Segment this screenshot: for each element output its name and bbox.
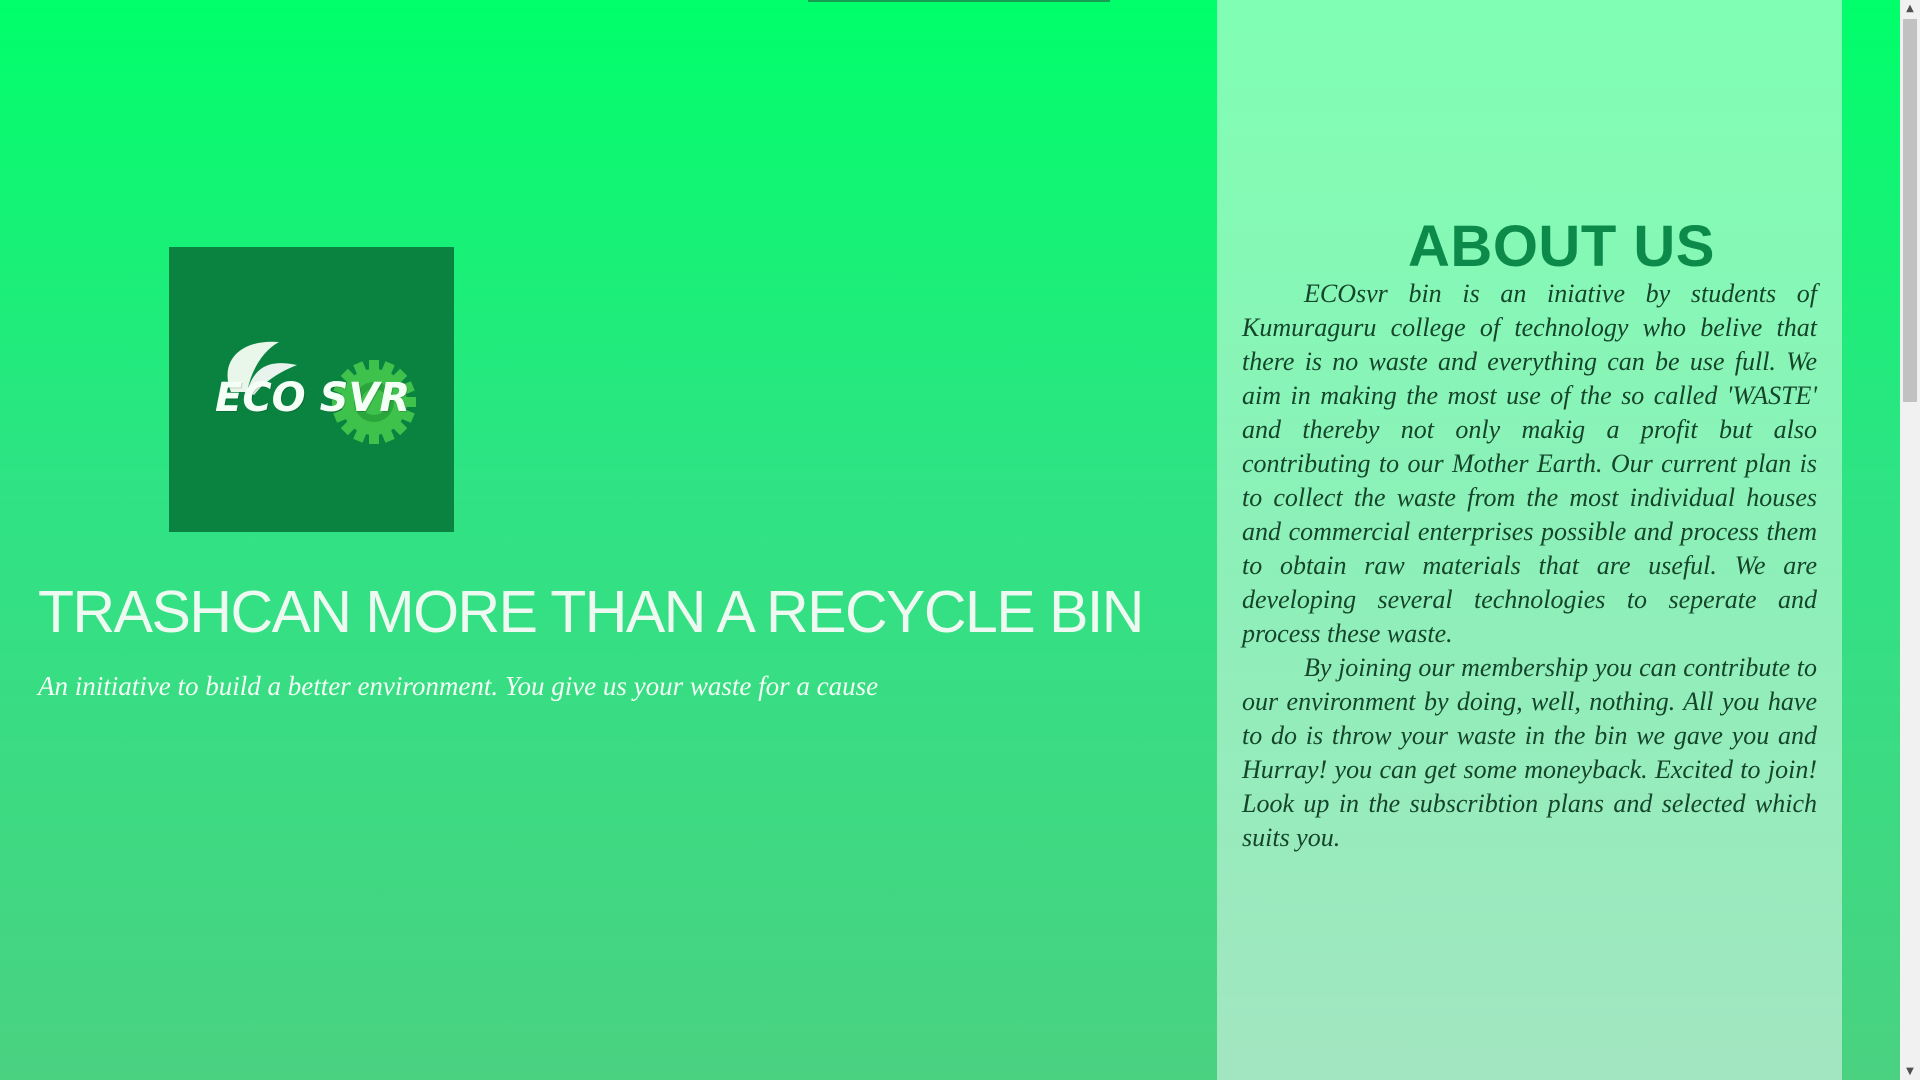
hero-section: ECO SVR TRASHCAN MORE THAN A RECYCLE BIN… (0, 0, 1217, 1080)
about-paragraph-1: ECOsvr bin is an iniative by students of… (1242, 279, 1817, 648)
scroll-down-arrow-icon[interactable]: ▼ (1900, 1063, 1920, 1080)
about-us-panel: ABOUT US ECOsvr bin is an iniative by st… (1217, 0, 1842, 1080)
scroll-up-arrow-icon[interactable]: ▲ (1900, 0, 1920, 17)
vertical-scrollbar[interactable]: ▲ ▼ (1900, 0, 1920, 1080)
about-paragraph-2: By joining our membership you can contri… (1242, 653, 1817, 852)
eco-svr-logo: ECO SVR (169, 247, 454, 532)
hero-title: TRASHCAN MORE THAN A RECYCLE BIN (38, 579, 1144, 645)
logo-text: ECO SVR (215, 375, 411, 421)
about-us-heading: ABOUT US (1408, 214, 1715, 279)
hero-subtitle: An initiative to build a better environm… (38, 671, 879, 701)
about-us-body: ECOsvr bin is an iniative by students of… (1242, 277, 1817, 855)
scroll-thumb[interactable] (1903, 19, 1917, 402)
